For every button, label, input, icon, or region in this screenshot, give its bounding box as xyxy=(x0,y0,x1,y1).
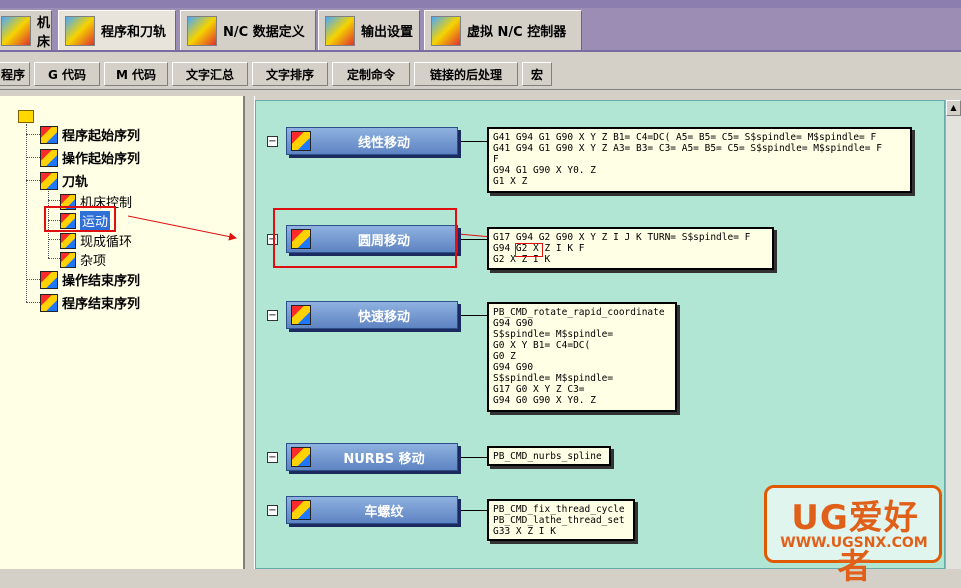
annotation-arrows xyxy=(127,215,504,242)
rapid-move-button[interactable]: 快速移动 xyxy=(286,301,458,329)
connector-line xyxy=(461,457,489,458)
watermark-url: WWW.UGSNX.COM xyxy=(780,535,928,551)
highlight-box-block xyxy=(273,208,457,268)
watermark-title: UG爱好者 xyxy=(791,498,919,587)
collapse-thread[interactable]: − xyxy=(267,505,278,516)
linear-move-button[interactable]: 线性移动 xyxy=(286,127,458,155)
nurbs-move-button[interactable]: NURBS 移动 xyxy=(286,443,458,471)
rapid-move-label: 快速移动 xyxy=(357,309,410,325)
cube-icon xyxy=(291,447,311,467)
connector-line xyxy=(461,141,489,142)
cube-icon xyxy=(291,500,311,520)
nurbs-move-label: NURBS 移动 xyxy=(343,451,425,467)
linear-move-code[interactable]: G41 G94 G1 G90 X Y Z B1= C4=DC( A5= B5= … xyxy=(487,127,912,193)
cube-icon xyxy=(291,131,311,151)
rapid-move-code[interactable]: PB_CMD_rotate_rapid_coordinate G94 G90 S… xyxy=(487,302,677,412)
cube-icon xyxy=(291,305,311,325)
collapse-linear-move[interactable]: − xyxy=(267,136,278,147)
connector-line xyxy=(461,510,489,511)
thread-button[interactable]: 车螺纹 xyxy=(286,496,458,524)
connector-line xyxy=(461,239,489,240)
collapse-rapid-move[interactable]: − xyxy=(267,310,278,321)
thread-code[interactable]: PB_CMD_fix_thread_cycle PB_CMD_lathe_thr… xyxy=(487,499,635,541)
nurbs-move-code[interactable]: PB_CMD_nurbs_spline xyxy=(487,446,611,466)
connector-line xyxy=(461,315,489,316)
linear-move-label: 线性移动 xyxy=(357,135,410,151)
arrow-tree-to-block xyxy=(127,215,237,241)
thread-label: 车螺纹 xyxy=(364,504,404,520)
highlight-box-code xyxy=(515,243,543,257)
collapse-nurbs-move[interactable]: − xyxy=(267,452,278,463)
